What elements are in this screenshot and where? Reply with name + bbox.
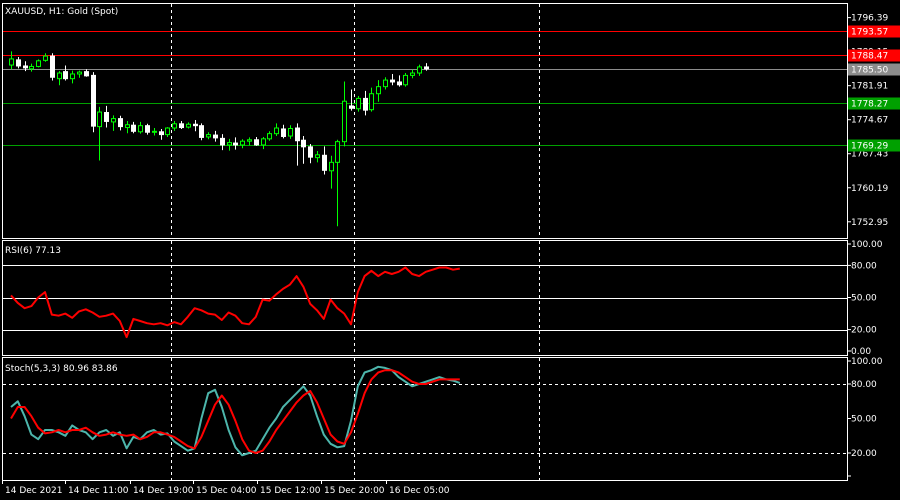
candle-up	[43, 55, 48, 61]
price-tick-label: 1796.39	[851, 14, 888, 24]
candle-down	[254, 139, 259, 146]
price-tick-label: 1774.67	[851, 116, 888, 126]
candle-down	[50, 55, 55, 78]
candle-up	[172, 123, 177, 129]
candle-up	[165, 127, 170, 136]
candle-up	[247, 139, 252, 142]
candle-down	[118, 118, 123, 128]
current-label: 1785.50	[851, 66, 888, 76]
candle-up	[335, 141, 340, 163]
candle-down	[91, 74, 96, 127]
candle-up	[125, 124, 130, 129]
stochastic-tick-label: 50.00	[851, 415, 877, 425]
candle-down	[301, 139, 306, 148]
price-tick-label: 1752.95	[851, 218, 888, 228]
candle-up	[57, 72, 62, 80]
price-tick-label: 1760.19	[851, 184, 888, 194]
stochastic-tick-label: 80.00	[851, 380, 877, 390]
candle-down	[308, 146, 313, 158]
rsi-pane-title: RSI(6) 77.13	[5, 246, 61, 256]
candle-up	[274, 127, 279, 135]
candle-up	[138, 125, 143, 133]
candle-up	[206, 134, 211, 138]
chart-background	[0, 0, 900, 500]
candle-down	[193, 123, 198, 127]
time-tick-label: 15 Dec 20:00	[324, 486, 385, 496]
candle-up	[36, 60, 41, 67]
time-tick-label: 16 Dec 05:00	[389, 486, 450, 496]
candle-down	[23, 65, 28, 69]
stochastic-tick-label: 100.00	[851, 357, 883, 367]
resistance-label: 1788.47	[851, 52, 888, 62]
candle-up	[288, 127, 293, 137]
time-tick-label: 15 Dec 12:00	[260, 486, 321, 496]
rsi-tick-label: 50.00	[851, 294, 877, 304]
rsi-tick-label: 80.00	[851, 261, 877, 271]
time-tick-label: 14 Dec 19:00	[133, 486, 194, 496]
candle-up	[356, 97, 361, 110]
candle-up	[376, 86, 381, 95]
candle-down	[281, 128, 286, 137]
candle-down	[179, 123, 184, 129]
support-label: 1769.29	[851, 142, 888, 152]
candle-up	[383, 79, 388, 88]
resistance-label: 1793.57	[851, 28, 888, 38]
candle-up	[97, 111, 102, 128]
candle-up	[29, 65, 34, 70]
candle-up	[369, 93, 374, 111]
candle-down	[213, 134, 218, 139]
rsi-tick-label: 0.00	[851, 347, 871, 357]
candle-down	[199, 125, 204, 138]
price-tick-label: 1781.91	[851, 82, 888, 92]
candle-down	[349, 105, 354, 109]
time-tick-label: 15 Dec 04:00	[196, 486, 257, 496]
candle-down	[131, 124, 136, 132]
candle-up	[417, 66, 422, 74]
candle-down	[145, 125, 150, 133]
candle-down	[63, 71, 68, 80]
price-pane-title: XAUUSD, H1: Gold (Spot)	[5, 7, 118, 17]
candle-down	[322, 154, 327, 171]
candle-down	[363, 97, 368, 111]
time-tick-label: 14 Dec 11:00	[68, 486, 129, 496]
candle-up	[403, 74, 408, 86]
candle-down	[233, 142, 238, 146]
candle-down	[424, 66, 429, 70]
stochastic-tick-label: 20.00	[851, 449, 877, 459]
candle-up	[342, 100, 347, 143]
candle-up	[240, 140, 245, 146]
candle-up	[261, 138, 266, 146]
chart-canvas[interactable]: 1796.391789.151781.911774.671767.431760.…	[0, 0, 900, 500]
candle-up	[227, 142, 232, 146]
candle-down	[397, 81, 402, 86]
candle-up	[9, 58, 14, 66]
candle-up	[186, 123, 191, 128]
rsi-tick-label: 20.00	[851, 326, 877, 336]
candle-down	[390, 79, 395, 83]
time-tick-label: 14 Dec 2021	[5, 486, 63, 496]
candle-up	[315, 154, 320, 159]
candle-up	[70, 73, 75, 80]
candle-up	[77, 71, 82, 75]
support-label: 1778.27	[851, 100, 888, 110]
candle-up	[267, 133, 272, 140]
candle-down	[84, 71, 89, 77]
stochastic-pane-title: Stoch(5,3,3) 80.96 83.86	[5, 364, 118, 374]
candle-up	[329, 161, 334, 172]
candle-down	[159, 131, 164, 136]
chart-window: 1796.391789.151781.911774.671767.431760.…	[0, 0, 900, 500]
candle-down	[295, 127, 300, 142]
candle-up	[410, 72, 415, 76]
candle-up	[152, 130, 157, 133]
rsi-tick-label: 100.00	[851, 240, 883, 250]
candle-down	[104, 112, 109, 122]
candle-down	[16, 59, 21, 67]
candle-up	[111, 118, 116, 123]
candle-down	[220, 137, 225, 146]
